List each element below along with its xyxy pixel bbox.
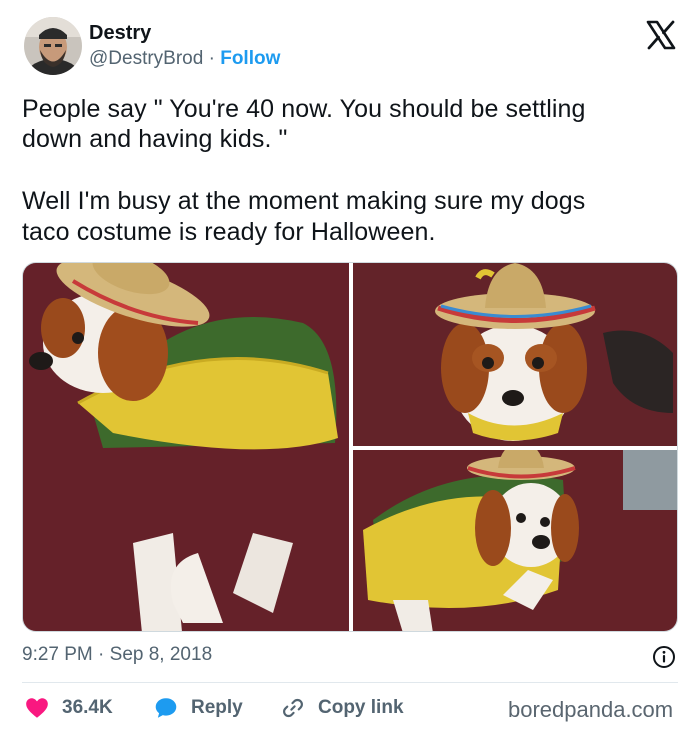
x-logo-icon[interactable] bbox=[646, 20, 676, 50]
tweet-text-line: Well I'm busy at the moment making sure … bbox=[22, 187, 586, 215]
timestamp-time: 9:27 PM bbox=[22, 644, 93, 665]
link-icon bbox=[280, 695, 306, 721]
copy-link-label: Copy link bbox=[318, 697, 404, 718]
like-button[interactable]: 36.4K bbox=[24, 695, 113, 721]
photo-dog-taco-side[interactable] bbox=[23, 263, 349, 631]
tweet-text-line: People say " You're 40 now. You should b… bbox=[22, 95, 586, 123]
speech-bubble-icon bbox=[153, 695, 179, 721]
heart-icon bbox=[24, 695, 50, 721]
photo-dog-sombrero-front[interactable] bbox=[353, 263, 677, 446]
author-handle[interactable]: @DestryBrod bbox=[89, 48, 203, 69]
author-name[interactable]: Destry bbox=[89, 22, 151, 45]
info-icon[interactable] bbox=[652, 645, 676, 669]
author-avatar[interactable] bbox=[24, 17, 82, 75]
separator-dot: · bbox=[98, 644, 105, 665]
timestamp-date: Sep 8, 2018 bbox=[109, 644, 213, 665]
tweet-timestamp[interactable]: 9:27 PM · Sep 8, 2018 bbox=[22, 644, 212, 666]
tweet-text-line: down and having kids. " bbox=[22, 125, 288, 153]
media-grid bbox=[22, 262, 678, 632]
separator-dot: · bbox=[208, 48, 215, 69]
author-handle-row: @DestryBrod · Follow bbox=[89, 48, 280, 70]
reply-label: Reply bbox=[191, 697, 243, 718]
copy-link-button[interactable]: Copy link bbox=[280, 695, 404, 721]
like-count: 36.4K bbox=[62, 697, 113, 718]
divider bbox=[22, 682, 678, 683]
photo-dog-taco-turned[interactable] bbox=[353, 450, 677, 631]
follow-button[interactable]: Follow bbox=[220, 48, 280, 69]
tweet-text-line: taco costume is ready for Halloween. bbox=[22, 218, 436, 246]
watermark: boredpanda.com bbox=[508, 697, 674, 722]
reply-button[interactable]: Reply bbox=[153, 695, 243, 721]
